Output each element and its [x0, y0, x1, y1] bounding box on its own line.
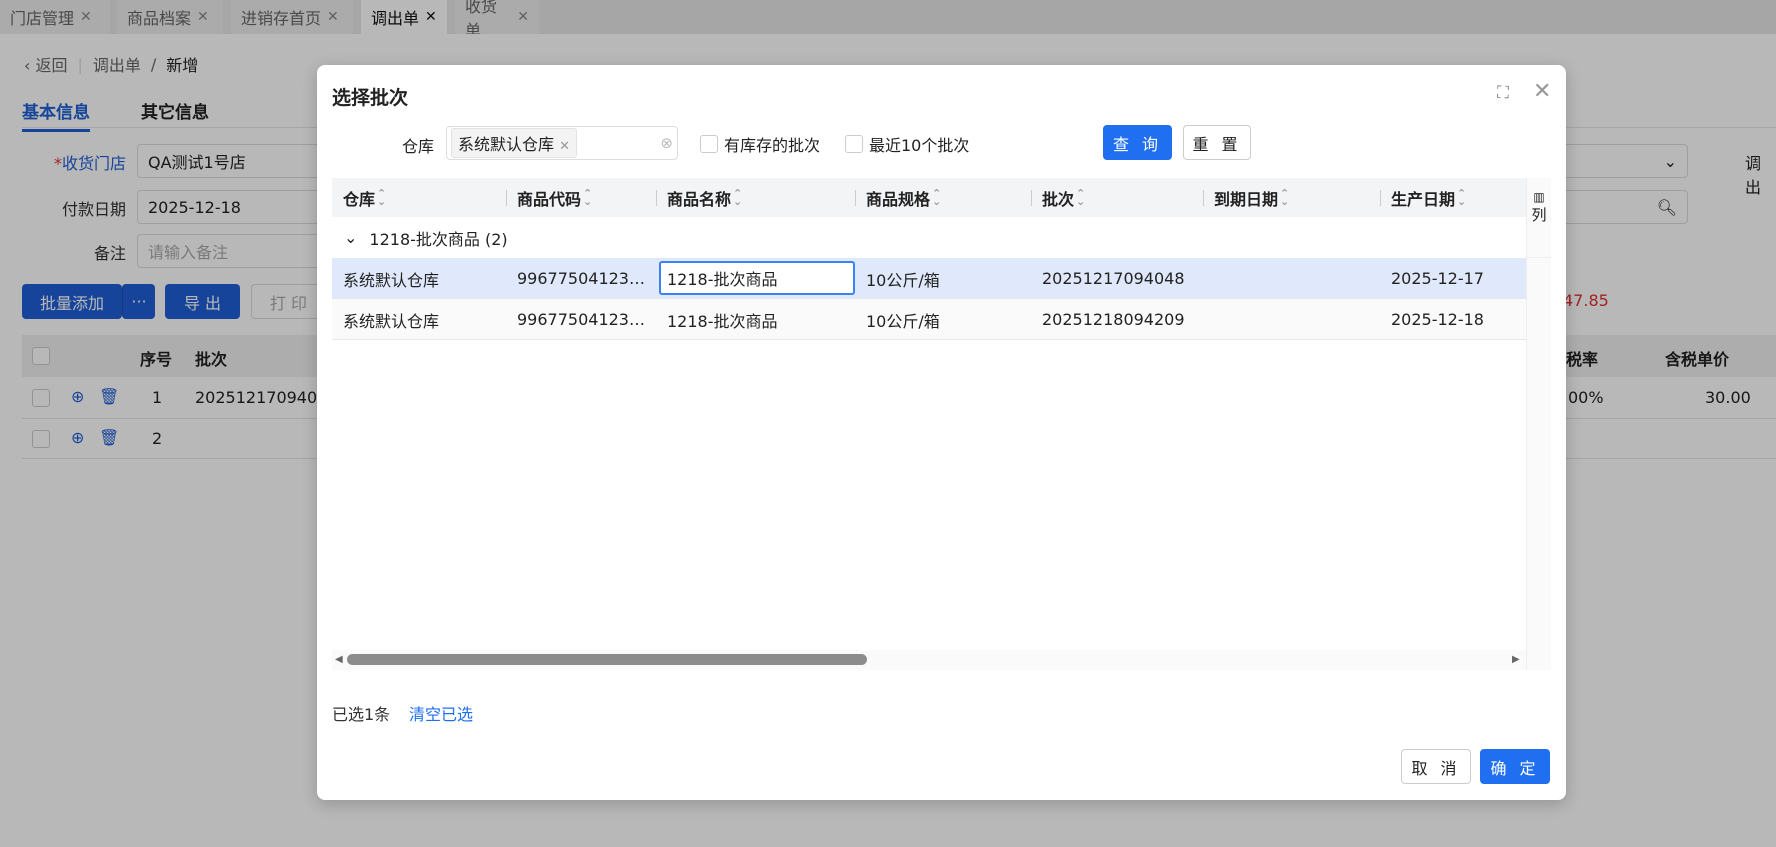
column-title: 商品规格 [866, 189, 931, 209]
horizontal-scrollbar[interactable]: ◀ ▶ [332, 650, 1526, 670]
cell-code: 99677504123… [517, 310, 645, 329]
scroll-right-icon[interactable]: ▶ [1512, 654, 1520, 665]
scrollbar-thumb[interactable] [347, 654, 867, 665]
cell-name: 1218-批次商品 [659, 261, 855, 295]
group-row[interactable]: ⌄ 1218-批次商品 (2) [332, 217, 1526, 258]
column-title: 仓库 [343, 189, 376, 209]
cell-warehouse: 系统默认仓库 [343, 311, 440, 331]
cell-expiry [1203, 258, 1380, 299]
cell-spec: 10公斤/箱 [866, 270, 940, 290]
warehouse-label: 仓库 [402, 137, 435, 156]
vertical-scroll-gutter: ▥ 列 [1526, 178, 1551, 670]
sort-icon[interactable]: ⌃ ⌄ [377, 188, 386, 207]
clear-selection-link[interactable]: 清空已选 [409, 701, 473, 725]
column-button-label: 列 [1531, 206, 1547, 224]
recent10-checkbox[interactable]: 最近10个批次 [845, 132, 969, 156]
column-divider [656, 190, 657, 206]
sort-icon[interactable]: ⌃ ⌄ [1457, 188, 1466, 207]
group-label: 1218-批次商品 (2) [369, 229, 508, 249]
checkbox[interactable] [845, 135, 863, 153]
column-settings-button[interactable]: ▥ 列 [1527, 178, 1551, 258]
warehouse-tag: 系统默认仓库 ✕ [451, 128, 578, 158]
cell-batch: 20251217094048 [1042, 269, 1185, 288]
column-divider [1380, 190, 1381, 206]
column-header[interactable]: 到期日期 ⌃ ⌄ [1203, 178, 1380, 217]
column-title: 商品代码 [517, 189, 582, 209]
sort-icon[interactable]: ⌃ ⌄ [1280, 188, 1289, 207]
cancel-button[interactable]: 取 消 [1401, 749, 1471, 784]
columns-icon: ▥ [1533, 190, 1545, 204]
batch-table: 仓库 ⌃ ⌄ 商品代码 ⌃ ⌄ 商品名称 ⌃ ⌄ 商品规格 ⌃ ⌄ 批次 ⌃ ⌄ 到期日期 ⌃ ⌄ 生产日期 ⌃ ⌄ ⌄… [332, 178, 1526, 670]
table-row[interactable]: 系统默认仓库 99677504123… 1218-批次商品 10公斤/箱 2025121… [332, 299, 1526, 340]
has-stock-checkbox[interactable]: 有库存的批次 [700, 132, 820, 156]
cell-warehouse: 系统默认仓库 [343, 270, 440, 290]
column-title: 商品名称 [667, 189, 732, 209]
scroll-left-icon[interactable]: ◀ [335, 654, 343, 665]
cell-produced: 2025-12-17 [1391, 269, 1484, 288]
query-button[interactable]: 查 询 [1103, 125, 1172, 160]
table-header: 仓库 ⌃ ⌄ 商品代码 ⌃ ⌄ 商品名称 ⌃ ⌄ 商品规格 ⌃ ⌄ 批次 ⌃ ⌄ 到期日期 ⌃ ⌄ 生产日期 ⌃ ⌄ [332, 178, 1526, 217]
sort-icon[interactable]: ⌃ ⌄ [1076, 188, 1085, 207]
column-title: 生产日期 [1391, 189, 1456, 209]
cell-name: 1218-批次商品 [667, 311, 778, 331]
sort-icon[interactable]: ⌃ ⌄ [733, 188, 742, 207]
recent10-label: 最近10个批次 [869, 136, 970, 155]
table-row[interactable]: 系统默认仓库 99677504123… 1218-批次商品 10公斤/箱 2025121… [332, 258, 1526, 299]
warehouse-select[interactable]: 系统默认仓库 ✕ ⊗ [446, 126, 678, 160]
tag-remove-icon[interactable]: ✕ [559, 139, 570, 154]
column-header[interactable]: 商品名称 ⌃ ⌄ [656, 178, 855, 217]
chevron-down-icon[interactable]: ⌄ [344, 228, 357, 247]
sort-icon[interactable]: ⌃ ⌄ [932, 188, 941, 207]
cell-spec: 10公斤/箱 [866, 311, 940, 331]
cell-expiry [1203, 299, 1380, 340]
column-divider [855, 190, 856, 206]
clear-icon[interactable]: ⊗ [660, 134, 673, 152]
column-divider [1031, 190, 1032, 206]
column-header[interactable]: 批次 ⌃ ⌄ [1031, 178, 1203, 217]
selected-count: 已选1条 [332, 705, 391, 724]
column-header[interactable]: 仓库 ⌃ ⌄ [332, 178, 506, 217]
sort-icon[interactable]: ⌃ ⌄ [583, 188, 592, 207]
column-divider [506, 190, 507, 206]
column-header[interactable]: 生产日期 ⌃ ⌄ [1380, 178, 1526, 217]
close-icon[interactable]: ✕ [1533, 79, 1551, 104]
fullscreen-icon[interactable]: ⛶ [1497, 83, 1509, 103]
column-header[interactable]: 商品规格 ⌃ ⌄ [855, 178, 1031, 217]
column-title: 批次 [1042, 189, 1075, 209]
column-header[interactable]: 商品代码 ⌃ ⌄ [506, 178, 656, 217]
column-title: 到期日期 [1214, 189, 1279, 209]
reset-button[interactable]: 重 置 [1183, 125, 1251, 160]
dialog-title: 选择批次 [332, 87, 409, 109]
checkbox[interactable] [700, 135, 718, 153]
confirm-button[interactable]: 确 定 [1480, 749, 1550, 784]
cell-produced: 2025-12-18 [1391, 310, 1484, 329]
cell-batch: 20251218094209 [1042, 310, 1185, 329]
column-divider [1203, 190, 1204, 206]
cell-code: 99677504123… [517, 269, 645, 288]
select-batch-dialog: 选择批次 ⛶ ✕ 仓库 系统默认仓库 ✕ ⊗ 有库存的批次 最近10个批次 查 … [317, 65, 1566, 800]
has-stock-label: 有库存的批次 [724, 136, 821, 155]
